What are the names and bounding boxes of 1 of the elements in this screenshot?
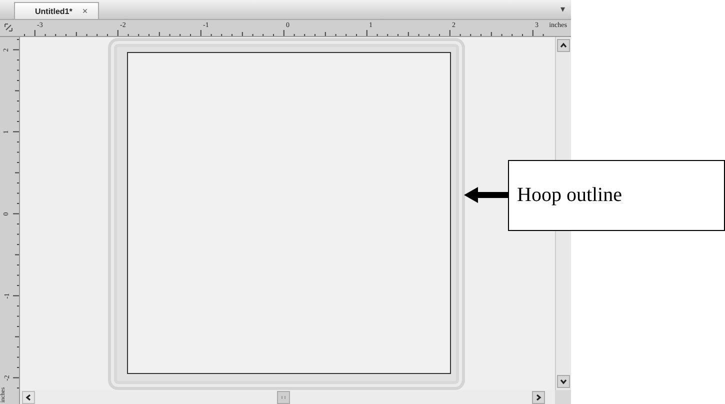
callout-label: Hoop outline <box>517 184 622 207</box>
